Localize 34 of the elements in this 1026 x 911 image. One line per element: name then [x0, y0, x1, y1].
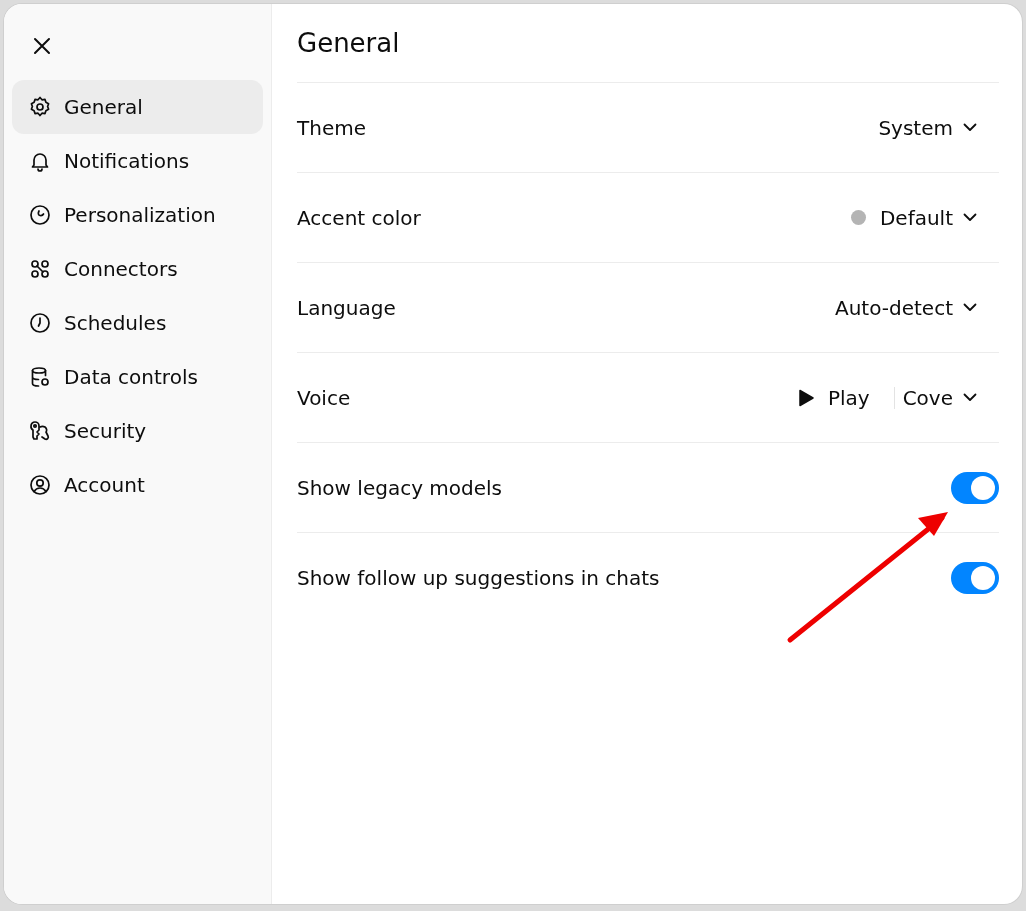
- toggle-switch[interactable]: [951, 471, 999, 504]
- toggle-switch[interactable]: [951, 561, 999, 594]
- sidebar-item[interactable]: Notifications: [12, 134, 263, 188]
- dropdown-button[interactable]: Default: [842, 199, 999, 236]
- nodes-icon: [28, 257, 52, 281]
- clock-icon: [28, 311, 52, 335]
- key-icon: [28, 419, 52, 443]
- sidebar-item[interactable]: Data controls: [12, 350, 263, 404]
- setting-label: Language: [297, 295, 396, 320]
- setting-label: Voice: [297, 385, 351, 410]
- chevron-down-icon: [963, 393, 977, 402]
- sidebar-item[interactable]: Personalization: [12, 188, 263, 242]
- sidebar-item[interactable]: General: [12, 80, 263, 134]
- gear-icon: [28, 95, 52, 119]
- play-button[interactable]: Play: [789, 379, 894, 416]
- dropdown-button[interactable]: Auto-detect: [827, 289, 999, 326]
- dropdown-button[interactable]: System: [870, 109, 999, 146]
- user-icon: [28, 473, 52, 497]
- sidebar-item[interactable]: Connectors: [12, 242, 263, 296]
- dropdown-button[interactable]: Cove: [894, 379, 999, 416]
- chevron-down-icon: [963, 123, 977, 132]
- chevron-down-icon: [963, 213, 977, 222]
- setting-label: Theme: [297, 115, 366, 140]
- page-title: General: [297, 28, 400, 58]
- smile-icon: [28, 203, 52, 227]
- sidebar-item[interactable]: Schedules: [12, 296, 263, 350]
- close-icon: [33, 37, 51, 55]
- sidebar-item[interactable]: Security: [12, 404, 263, 458]
- setting-label: Show legacy models: [297, 475, 503, 500]
- chevron-down-icon: [963, 303, 977, 312]
- setting-label: Show follow up suggestions in chats: [297, 565, 660, 590]
- play-icon: [797, 388, 814, 407]
- setting-label: Accent color: [297, 205, 421, 230]
- sidebar-item[interactable]: Account: [12, 458, 263, 512]
